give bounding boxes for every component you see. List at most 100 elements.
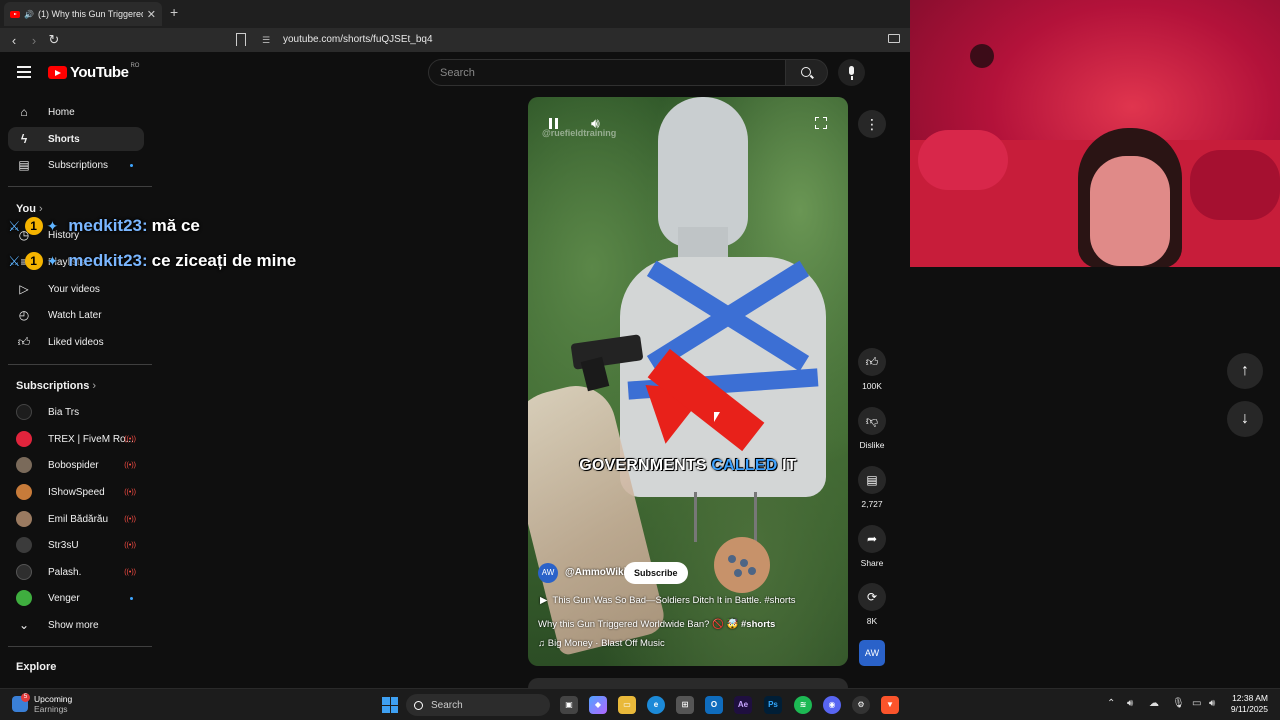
region-code: RO bbox=[130, 62, 140, 69]
sidebar-item-your-videos[interactable]: ▷ Your videos bbox=[8, 277, 144, 301]
url-field[interactable]: youtube.com/shorts/fuQJSEt_bq4 bbox=[283, 34, 433, 45]
taskbar-search[interactable]: Search bbox=[406, 694, 550, 716]
copilot-icon[interactable]: ◆ bbox=[589, 696, 607, 714]
cast-icon[interactable] bbox=[888, 34, 900, 43]
comments-button[interactable]: ▤ 2,727 bbox=[852, 466, 892, 509]
youtube-logo[interactable]: YouTube RO bbox=[48, 62, 140, 81]
sidebar-subscription[interactable]: Venger bbox=[8, 586, 144, 610]
video-watermark: @ruefieldtraining bbox=[542, 128, 617, 138]
related-video-link[interactable]: ▶ This Gun Was So Bad—Soldiers Ditch It … bbox=[540, 595, 795, 606]
sidebar-item-watch-later[interactable]: ◴ Watch Later bbox=[8, 303, 144, 327]
channel-avatar bbox=[16, 484, 32, 500]
music-link[interactable]: ♫ Big Money · Blast Off Music bbox=[538, 638, 665, 649]
remix-icon: ⟳ bbox=[858, 583, 886, 611]
after-effects-icon[interactable]: Ae bbox=[734, 696, 752, 714]
forward-icon[interactable]: › bbox=[24, 33, 44, 48]
channel-avatar bbox=[16, 564, 32, 580]
sidebar-subscription[interactable]: IShowSpeed ((•)) bbox=[8, 480, 144, 504]
video-title[interactable]: Why this Gun Triggered Worldwide Ban? 🚫 … bbox=[538, 619, 775, 630]
sidebar-item-subscriptions[interactable]: ▤ Subscriptions bbox=[8, 153, 144, 177]
video-caption: GOVERNMENTS CALLED IT bbox=[579, 457, 797, 474]
start-icon[interactable] bbox=[382, 697, 398, 713]
cloud-icon[interactable]: ☁ bbox=[1149, 698, 1159, 709]
sidebar-subscription[interactable]: Emil Bădărău ((•)) bbox=[8, 507, 144, 531]
fullscreen-icon[interactable] bbox=[815, 117, 827, 129]
previous-short-button[interactable]: ↑ bbox=[1227, 353, 1263, 389]
news-widget[interactable]: 5 Upcoming Earnings bbox=[12, 693, 72, 714]
tray-overflow-icon[interactable]: ⌃ bbox=[1107, 698, 1115, 709]
store-icon[interactable]: ⊞ bbox=[676, 696, 694, 714]
sidebar-subscriptions-heading[interactable]: Subscriptions › bbox=[16, 380, 96, 392]
dislike-button[interactable]: 👎︎ Dislike bbox=[852, 407, 892, 450]
like-count: 100K bbox=[862, 381, 882, 391]
channel-name[interactable]: @AmmoWiki bbox=[565, 567, 626, 578]
sidebar-subscription[interactable]: Bobospider ((•)) bbox=[8, 453, 144, 477]
chat-text: mă ce bbox=[151, 216, 200, 235]
share-button[interactable]: ➦ Share bbox=[852, 525, 892, 568]
discord-icon[interactable]: ◉ bbox=[823, 696, 841, 714]
steam-icon[interactable]: ⚙ bbox=[852, 696, 870, 714]
sidebar-item-shorts[interactable]: ϟ Shorts bbox=[8, 127, 144, 151]
sidebar-item-home[interactable]: ⌂ Home bbox=[8, 100, 144, 124]
voice-search-button[interactable] bbox=[838, 59, 865, 86]
watch-later-icon: ◴ bbox=[18, 308, 30, 322]
speaker-tray-icon[interactable]: 🔊︎ bbox=[1127, 698, 1133, 709]
youtube-play-icon bbox=[48, 66, 67, 79]
sidebar-item-label: Subscriptions bbox=[48, 159, 109, 171]
sound-source-avatar[interactable]: AW bbox=[859, 640, 885, 666]
new-tab-icon[interactable]: + bbox=[170, 4, 178, 20]
subscribe-button[interactable]: Subscribe bbox=[624, 562, 688, 584]
remix-button[interactable]: ⟳ 8K bbox=[852, 583, 892, 626]
task-view-icon[interactable]: ▣ bbox=[560, 696, 578, 714]
volume-tray-icon[interactable]: 🔊︎ bbox=[1209, 698, 1215, 709]
like-button[interactable]: 👍︎ 100K bbox=[852, 348, 892, 391]
file-explorer-icon[interactable]: ▭ bbox=[618, 696, 636, 714]
live-icon: ((•)) bbox=[124, 515, 136, 523]
bookmark-icon[interactable] bbox=[236, 33, 246, 46]
search-button[interactable] bbox=[786, 59, 828, 86]
sidebar-subscription[interactable]: Str3sU ((•)) bbox=[8, 533, 144, 557]
photoshop-icon[interactable]: Ps bbox=[764, 696, 782, 714]
show-more-button[interactable]: ⌄ Show more bbox=[8, 613, 144, 637]
reload-icon[interactable]: ↻ bbox=[44, 32, 64, 48]
brave-icon[interactable]: ▼ bbox=[881, 696, 899, 714]
search-input[interactable]: Search bbox=[428, 59, 786, 86]
thumbs-down-icon: 👎︎ bbox=[858, 407, 886, 435]
your-videos-icon: ▷ bbox=[19, 282, 29, 296]
show-more-label: Show more bbox=[48, 619, 99, 631]
back-icon[interactable]: ‹ bbox=[4, 33, 24, 48]
speaker-icon[interactable]: 🔊 bbox=[24, 10, 34, 19]
spotify-icon[interactable]: ≋ bbox=[794, 696, 812, 714]
sidebar-explore-heading: Explore bbox=[16, 661, 57, 673]
subscription-name: Bobospider bbox=[48, 459, 99, 471]
sub-badge: 1 bbox=[24, 217, 43, 235]
sidebar-item-liked-videos[interactable]: 👍︎ Liked videos bbox=[8, 330, 144, 354]
shorts-video-player[interactable]: GOVERNMENTS CALLED IT 🔊︎ @ruefieldtraini… bbox=[528, 97, 848, 666]
system-clock[interactable]: 12:38 AM 9/11/2025 bbox=[1226, 693, 1268, 715]
tab-title: (1) Why this Gun Triggered W bbox=[37, 9, 143, 19]
next-short-button[interactable]: ↓ bbox=[1227, 401, 1263, 437]
like-icon: 👍︎ bbox=[17, 334, 31, 349]
sidebar-subscription[interactable]: Bia Trs bbox=[8, 400, 144, 424]
network-icon[interactable]: ▭ bbox=[1192, 698, 1201, 709]
sidebar-you-heading[interactable]: You › bbox=[16, 203, 43, 215]
share-label: Share bbox=[860, 558, 884, 568]
more-options-icon[interactable]: ⋮ bbox=[858, 110, 886, 138]
menu-icon[interactable] bbox=[17, 66, 31, 81]
channel-avatar[interactable]: AW bbox=[538, 563, 558, 583]
webcam-overlay bbox=[910, 0, 1280, 267]
chat-user: medkit23: bbox=[68, 251, 148, 270]
sidebar-subscription[interactable]: Palash. ((•)) bbox=[8, 560, 144, 584]
outlook-icon[interactable]: O bbox=[705, 696, 723, 714]
channel-avatar bbox=[16, 457, 32, 473]
close-tab-icon[interactable]: ✕ bbox=[147, 8, 156, 21]
mic-icon bbox=[849, 66, 854, 75]
sidebar-subscription[interactable]: TREX | FiveM Ro... ((•)) bbox=[8, 427, 144, 451]
badge-icon: ✦ bbox=[46, 252, 59, 269]
thumbs-up-icon: 👍︎ bbox=[858, 348, 886, 376]
subscription-name: IShowSpeed bbox=[48, 486, 105, 498]
site-settings-icon[interactable]: ☰ bbox=[262, 35, 270, 46]
microphone-icon[interactable]: 🎙︎ bbox=[1172, 698, 1185, 709]
edge-icon[interactable]: e bbox=[647, 696, 665, 714]
browser-tab[interactable]: 🔊 (1) Why this Gun Triggered W ✕ bbox=[4, 2, 162, 26]
